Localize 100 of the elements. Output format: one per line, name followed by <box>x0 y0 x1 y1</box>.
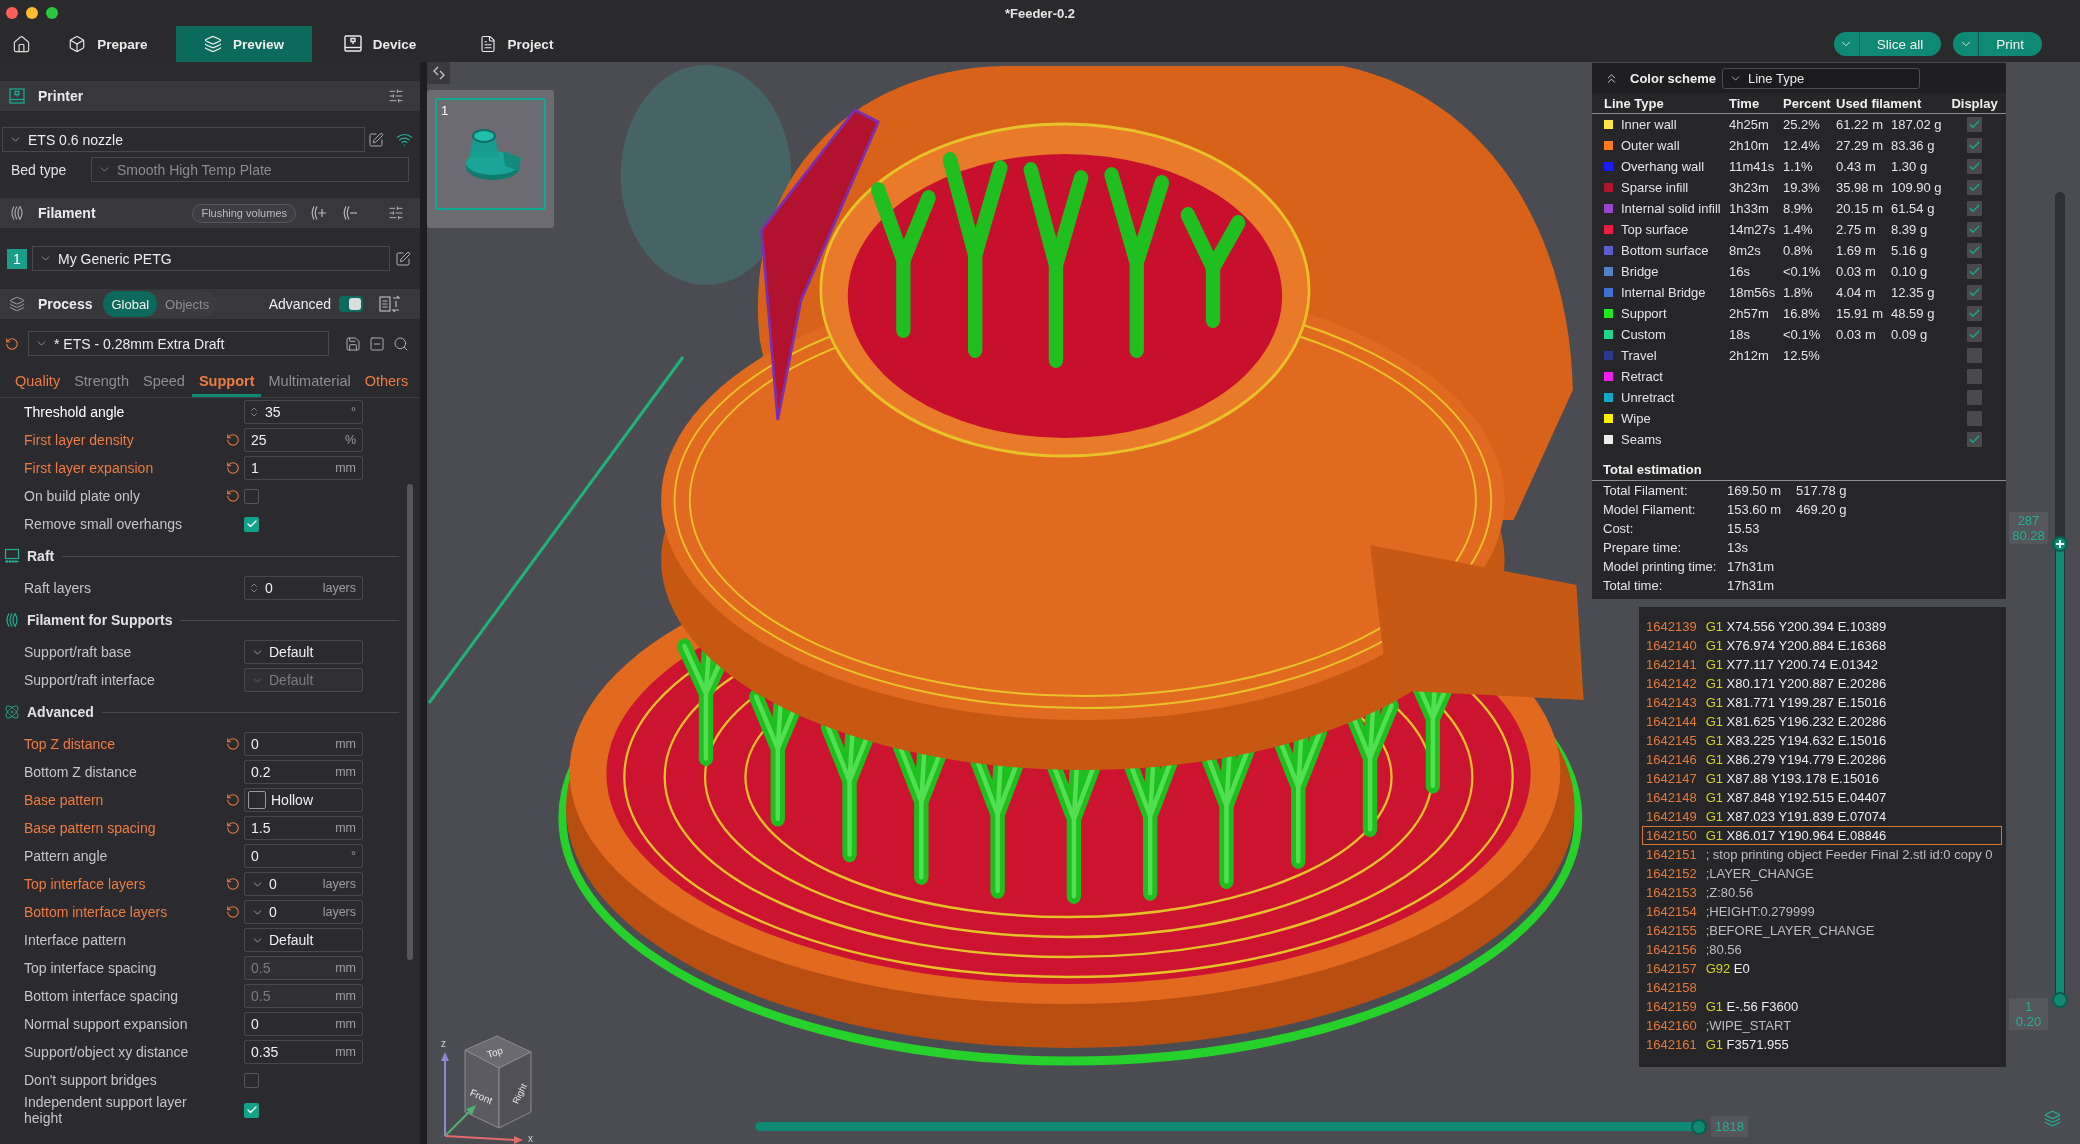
gcode-line[interactable]: 1642159 G1 E-.56 F3600 <box>1642 997 2002 1016</box>
gcode-line[interactable]: 1642143 G1 X81.771 Y199.287 E.15016 <box>1642 693 2002 712</box>
flushing-volumes-button[interactable]: Flushing volumes <box>192 203 296 223</box>
display-checkbox[interactable] <box>1967 390 1982 405</box>
pattern-dropdown[interactable]: Hollow <box>244 788 363 812</box>
gcode-line[interactable]: 1642144 G1 X81.625 Y196.232 E.20286 <box>1642 712 2002 731</box>
process-preset-select[interactable]: * ETS - 0.28mm Extra Draft <box>28 331 329 356</box>
slider-handle[interactable] <box>1691 1119 1707 1135</box>
top-tab[interactable]: Prepare <box>40 26 176 62</box>
settings-tab[interactable]: Support <box>191 364 262 397</box>
view-cube[interactable]: Top Front Right z x <box>435 1028 539 1144</box>
printer-select[interactable]: ETS 0.6 nozzle <box>2 127 365 152</box>
number-field[interactable]: 0.35 mm <box>244 1040 363 1064</box>
advanced-switch[interactable] <box>339 296 363 312</box>
zoom-window-button[interactable] <box>46 7 58 19</box>
add-filament-icon[interactable] <box>310 205 327 221</box>
gcode-line[interactable]: 1642161 G1 F3571.955 <box>1642 1035 2002 1054</box>
display-checkbox[interactable] <box>1967 243 1982 258</box>
scope-toggle[interactable]: Global Objects <box>103 291 218 317</box>
spin-field[interactable]: 0 layers <box>244 576 363 600</box>
reset-icon[interactable] <box>226 877 240 891</box>
remove-filament-icon[interactable] <box>342 205 358 221</box>
spin-field[interactable]: 35 ° <box>244 400 363 424</box>
print-button[interactable]: Print <box>1953 32 2042 56</box>
gcode-line[interactable]: 1642141 G1 X77.117 Y200.74 E.01342 <box>1642 655 2002 674</box>
gcode-line[interactable]: 1642153 ;Z:80.56 <box>1642 883 2002 902</box>
reset-icon[interactable] <box>226 433 240 447</box>
number-field[interactable]: 0.2 mm <box>244 760 363 784</box>
edit-icon[interactable] <box>368 131 384 148</box>
display-checkbox[interactable] <box>1967 159 1982 174</box>
display-checkbox[interactable] <box>1967 285 1982 300</box>
home-icon[interactable] <box>11 34 31 54</box>
checkbox[interactable] <box>244 488 259 504</box>
display-checkbox[interactable] <box>1967 201 1982 216</box>
sidebar-toggle-button[interactable] <box>427 62 450 84</box>
settings-icon[interactable] <box>388 88 404 104</box>
reset-icon[interactable] <box>226 489 240 503</box>
dropdown[interactable]: 0 layers <box>244 872 363 896</box>
display-checkbox[interactable] <box>1967 117 1982 132</box>
display-checkbox[interactable] <box>1967 222 1982 237</box>
edit-icon[interactable] <box>395 250 411 267</box>
gcode-line[interactable]: 1642151 ; stop printing object Feeder Final 2.stl id:0 copy 0 <box>1642 845 2002 864</box>
slice-all-button[interactable]: Slice all <box>1833 32 1942 56</box>
settings-tab[interactable]: Strength <box>67 364 136 397</box>
minus-icon[interactable] <box>369 335 385 352</box>
display-checkbox[interactable] <box>1967 432 1982 447</box>
settings-tab[interactable]: Others <box>357 364 416 397</box>
dropdown[interactable]: 0 layers <box>244 900 363 924</box>
close-window-button[interactable] <box>6 7 18 19</box>
spinner-arrows-icon[interactable] <box>248 406 260 418</box>
minimize-window-button[interactable] <box>26 7 38 19</box>
spinner-arrows-icon[interactable] <box>248 582 260 594</box>
plate-thumbnail[interactable]: 1 <box>435 98 546 210</box>
gcode-line[interactable]: 1642154 ;HEIGHT:0.279999 <box>1642 902 2002 921</box>
gcode-line[interactable]: 1642152 ;LAYER_CHANGE <box>1642 864 2002 883</box>
number-field[interactable]: 1.5 mm <box>244 816 363 840</box>
layer-slider-track[interactable] <box>2052 192 2068 1008</box>
top-tab[interactable]: Device <box>312 26 448 62</box>
scope-option[interactable]: Global <box>103 291 158 317</box>
number-field[interactable]: 0 mm <box>244 732 363 756</box>
gcode-line[interactable]: 1642145 G1 X83.225 Y194.632 E.15016 <box>1642 731 2002 750</box>
gcode-line[interactable]: 1642148 G1 X87.848 Y192.515 E.04407 <box>1642 788 2002 807</box>
reset-icon[interactable] <box>226 905 240 919</box>
number-field[interactable]: 0 ° <box>244 844 363 868</box>
display-checkbox[interactable] <box>1967 138 1982 153</box>
number-field[interactable]: 25 % <box>244 428 363 452</box>
slider-handle[interactable] <box>2052 536 2068 552</box>
display-checkbox[interactable] <box>1967 327 1982 342</box>
reset-icon[interactable] <box>226 821 240 835</box>
gcode-line[interactable]: 1642142 G1 X80.171 Y200.887 E.20286 <box>1642 674 2002 693</box>
gcode-line[interactable]: 1642157 G92 E0 <box>1642 959 2002 978</box>
settings-tab[interactable]: Quality <box>8 364 68 397</box>
gcode-line[interactable]: 1642146 G1 X86.279 Y194.779 E.20286 <box>1642 750 2002 769</box>
reset-icon[interactable] <box>226 737 240 751</box>
wifi-icon[interactable] <box>396 131 413 148</box>
gcode-line[interactable]: 1642160 ;WIPE_START <box>1642 1016 2002 1035</box>
reset-icon[interactable] <box>226 461 240 475</box>
gcode-line[interactable]: 1642140 G1 X76.974 Y200.884 E.16368 <box>1642 636 2002 655</box>
dropdown[interactable]: Default <box>244 928 363 952</box>
gcode-line[interactable]: 1642156 ;80.56 <box>1642 940 2002 959</box>
display-checkbox[interactable] <box>1967 264 1982 279</box>
number-field[interactable]: 1 mm <box>244 456 363 480</box>
display-checkbox[interactable] <box>1967 369 1982 384</box>
gcode-line[interactable]: 1642149 G1 X87.023 Y191.839 E.07074 <box>1642 807 2002 826</box>
display-checkbox[interactable] <box>1967 411 1982 426</box>
gcode-line[interactable]: 1642158 <box>1642 978 2002 997</box>
filament-select[interactable]: My Generic PETG <box>32 246 390 271</box>
checkbox[interactable] <box>244 1102 259 1118</box>
slider-handle[interactable] <box>2052 992 2068 1008</box>
top-tab[interactable]: Preview <box>176 26 312 62</box>
gcode-line[interactable]: 1642139 G1 X74.556 Y200.394 E.10389 <box>1642 617 2002 636</box>
display-checkbox[interactable] <box>1967 180 1982 195</box>
settings-tab[interactable]: Speed <box>135 364 192 397</box>
gcode-line[interactable]: 1642155 ;BEFORE_LAYER_CHANGE <box>1642 921 2002 940</box>
move-slider-track[interactable] <box>755 1119 1707 1135</box>
scrollbar-thumb[interactable] <box>407 484 413 960</box>
compare-presets-icon[interactable] <box>379 295 401 313</box>
settings-tab[interactable]: Multimaterial <box>261 364 358 397</box>
plate-card[interactable]: 1 <box>427 90 554 228</box>
checkbox[interactable] <box>244 1072 259 1088</box>
